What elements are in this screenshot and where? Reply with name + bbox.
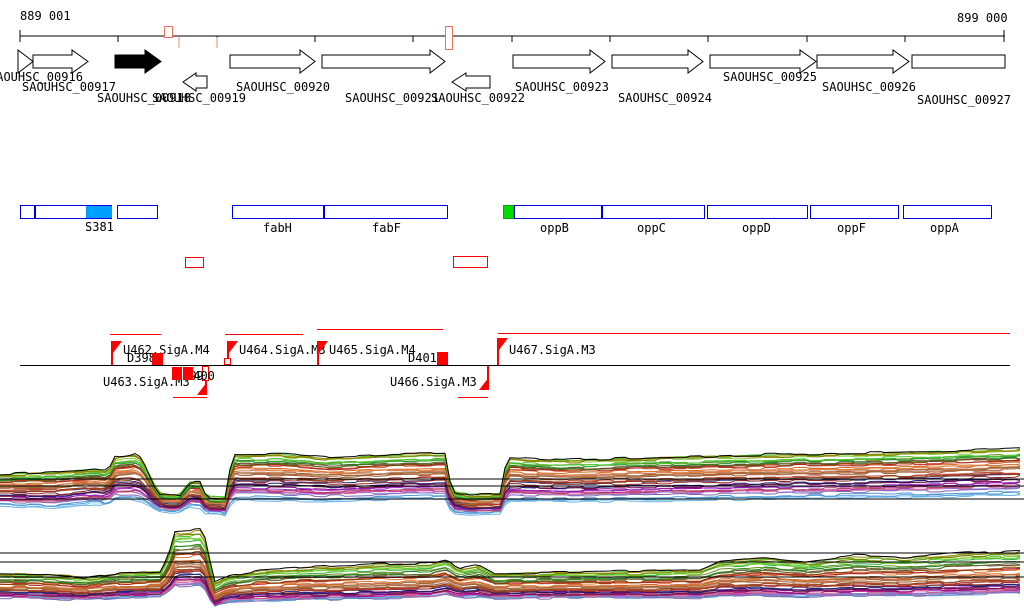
gene-arrow-SAOUHSC_00926[interactable] [816,49,910,74]
operon-box[interactable] [903,205,992,219]
site-extent-line [225,334,303,335]
gene-arrow-SAOUHSC_00919[interactable] [182,72,208,92]
d-site-box[interactable] [152,353,163,365]
site-extent-line [458,397,488,398]
operon-label: S381 [85,220,114,234]
gene-label: SAOUHSC_00925 [723,70,817,84]
gene-arrow-SAOUHSC_00923[interactable] [512,48,606,75]
tfbs-label: U464.SigA.M3 [239,343,326,357]
tfbs-flag-icon[interactable] [197,382,207,395]
operon-label: fabH [263,221,292,235]
operon-segment-highlight[interactable] [86,206,112,218]
gene-label: SAOUHSC_00921 [345,91,439,105]
gene-label: SAOUHSC_00920 [236,80,330,94]
ruler-mark [164,26,173,38]
d-site-label: D401 [408,351,437,365]
gene-arrow-SAOUHSC_00918[interactable] [114,49,162,74]
operon-box[interactable] [707,205,808,219]
gene-arrow-SAOUHSC_00924[interactable] [611,48,704,75]
tfbs-flag-icon[interactable] [319,341,328,353]
tfbs-label: U465.SigA.M4 [329,343,416,357]
tfbs-flag-icon[interactable] [229,341,238,353]
operon-box[interactable] [117,205,158,219]
gene-arrow-SAOUHSC_00921[interactable] [321,48,446,75]
d-site-box[interactable] [437,352,448,365]
expression-track-1 [0,447,1024,517]
operon-label: oppF [837,221,866,235]
gene-arrow-SAOUHSC_00920[interactable] [229,48,316,75]
ruler-start-coordinate: 889 001 [20,9,71,23]
ruler-end-coordinate: 899 000 [957,11,1008,25]
site-extent-line [173,397,207,398]
gene-label: SAOUHSC_00922 [431,91,525,105]
tfbs-base-box [224,358,231,365]
operon-box[interactable] [324,205,448,219]
gene-label: SAOUHSC_00926 [822,80,916,94]
operon-box-divider [34,205,36,219]
operon-box[interactable] [232,205,324,219]
gene-label: SAOUHSC_00924 [618,91,712,105]
gene-arrow-SAOUHSC_00927[interactable] [911,54,1006,69]
gene-label: SAOUHSC_00923 [515,80,609,94]
gene-arrow-SAOUHSC_00922[interactable] [451,72,491,92]
ruler-minor-mark [178,37,180,48]
operon-box[interactable] [602,205,705,219]
operon-box[interactable] [514,205,602,219]
tfbs-label: U466.SigA.M3 [390,375,477,389]
gene-label: SAOUHSC_00927 [917,93,1011,107]
site-extent-line [317,329,443,330]
gene-label: SAOUHSC_00919 [152,91,246,105]
probe-box[interactable] [453,256,488,268]
site-extent-line [498,333,1010,334]
d-site-box[interactable] [183,367,193,380]
tfbs-flag-icon[interactable] [499,338,508,350]
probe-box[interactable] [185,257,204,268]
operon-label: oppC [637,221,666,235]
operon-label: oppB [540,221,569,235]
site-extent-line [110,334,161,335]
sites-baseline [20,365,1010,366]
tfbs-flag-icon[interactable] [479,377,489,390]
ruler-minor-mark [216,37,218,48]
operon-label: fabF [372,221,401,235]
tfbs-flag-icon[interactable] [113,341,122,353]
d-site-box[interactable] [172,367,182,380]
genome-browser: 889 001 899 000 SAOUHSC_00916SAOUHSC_009… [0,0,1024,611]
operon-start-marker[interactable] [503,205,514,219]
ruler-mark [445,26,453,50]
operon-label: oppD [742,221,771,235]
tfbs-label: U467.SigA.M3 [509,343,596,357]
operon-box[interactable] [810,205,899,219]
expression-track-2 [0,528,1024,607]
operon-label: oppA [930,221,959,235]
